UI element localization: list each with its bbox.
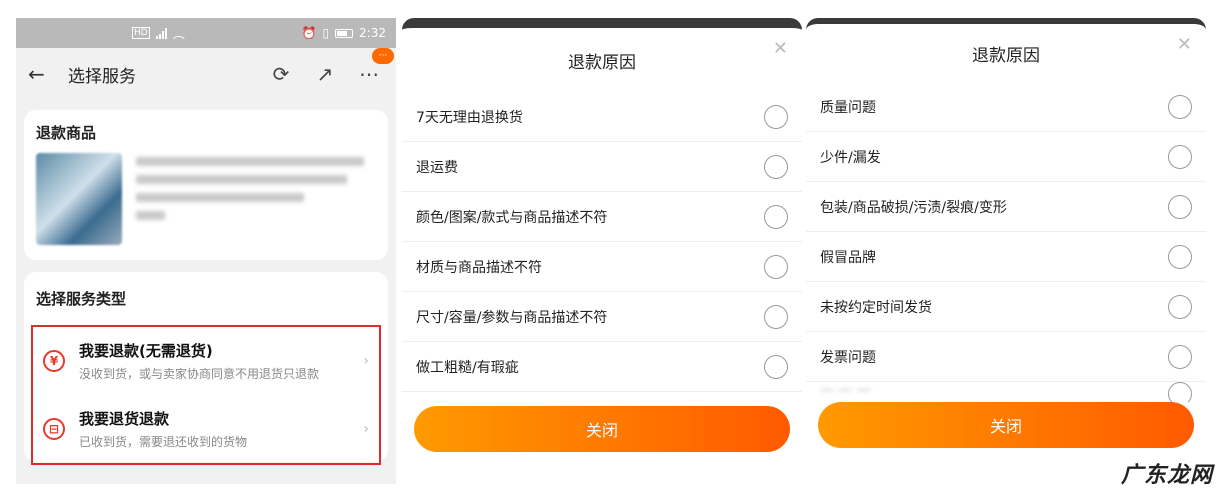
watermark-logo: 广东龙网: [1120, 463, 1213, 488]
reason-item[interactable]: 颜色/图案/款式与商品描述不符: [402, 192, 802, 242]
radio-button[interactable]: [1168, 94, 1192, 119]
radio-button[interactable]: [764, 254, 788, 279]
chevron-right-icon: ›: [363, 353, 369, 369]
product-thumbnail: [36, 153, 122, 245]
share-icon[interactable]: ↗: [310, 62, 340, 86]
reason-item[interactable]: 尺寸/容量/参数与商品描述不符: [402, 292, 802, 342]
service-options-highlight: ¥ 我要退款(无需退货) 没收到货，或与卖家协商同意不用退货只退款 › ⊟ 我要…: [31, 325, 381, 465]
radio-button[interactable]: [1168, 244, 1192, 269]
return-refund-option[interactable]: ⊟ 我要退货退款 已收到货，需要退还收到的货物 ›: [33, 395, 379, 463]
reason-label: 假冒品牌: [820, 249, 876, 266]
reason-label: 包装/商品破损/污渍/裂痕/变形: [820, 199, 1007, 216]
page-title: 选择服务: [68, 66, 136, 87]
refund-reason-sheet-1: 退款原因 ✕ 7天无理由退换货 退运费 颜色/图案/款式与商品描述不符 材质与商…: [402, 18, 802, 470]
radio-button[interactable]: [1168, 144, 1192, 169]
option-title: 我要退款(无需退货): [79, 342, 213, 360]
reason-item[interactable]: 发票问题: [806, 332, 1206, 382]
vibrate-icon: ▯: [322, 26, 330, 40]
hd-icon: HD: [132, 27, 150, 39]
reason-label: 颜色/图案/款式与商品描述不符: [416, 209, 608, 226]
reason-label: 未按约定时间发货: [820, 299, 932, 316]
service-type-heading: 选择服务类型: [36, 290, 127, 308]
refund-goods-heading: 退款商品: [36, 124, 97, 142]
reason-label: 少件/漏发: [820, 149, 881, 166]
wifi-icon: ︵: [172, 26, 185, 41]
yuan-icon: ¥: [43, 350, 65, 372]
package-icon: ⊟: [43, 418, 65, 440]
option-title: 我要退货退款: [79, 410, 170, 428]
radio-button[interactable]: [764, 204, 788, 229]
stage: HD ︵ ⏰ ▯ 2:32 ← 选择服务 ⟳ ↗ ⋯ ··· 退款商品 选择服务…: [0, 0, 1223, 497]
reason-item[interactable]: 做工粗糙/有瑕疵: [402, 342, 802, 392]
reason-item[interactable]: 7天无理由退换货: [402, 92, 802, 142]
radio-button[interactable]: [1168, 194, 1192, 219]
reason-item[interactable]: 包装/商品破损/污渍/裂痕/变形: [806, 182, 1206, 232]
refund-only-option[interactable]: ¥ 我要退款(无需退货) 没收到货，或与卖家协商同意不用退货只退款 ›: [33, 327, 379, 395]
radio-button[interactable]: [764, 154, 788, 179]
service-type-card: 选择服务类型 ¥ 我要退款(无需退货) 没收到货，或与卖家协商同意不用退货只退款…: [24, 272, 388, 465]
reason-item[interactable]: 少件/漏发: [806, 132, 1206, 182]
alarm-icon: ⏰: [301, 26, 317, 40]
reason-label-blurred: — — —: [820, 382, 871, 398]
refresh-icon[interactable]: ⟳: [266, 62, 296, 86]
option-desc: 没收到货，或与卖家协商同意不用退货只退款: [79, 367, 320, 381]
status-bar: HD ︵ ⏰ ▯ 2:32: [16, 18, 396, 48]
reason-item[interactable]: 假冒品牌: [806, 232, 1206, 282]
close-icon[interactable]: ✕: [773, 38, 788, 59]
signal-icon: [155, 27, 167, 39]
status-time: 2:32: [359, 26, 386, 40]
reason-item[interactable]: 质量问题: [806, 82, 1206, 132]
reason-list: 7天无理由退换货 退运费 颜色/图案/款式与商品描述不符 材质与商品描述不符 尺…: [402, 92, 802, 392]
reason-label: 7天无理由退换货: [416, 109, 523, 126]
reason-item[interactable]: 未按约定时间发货: [806, 282, 1206, 332]
reason-item[interactable]: 退运费: [402, 142, 802, 192]
radio-button[interactable]: [764, 304, 788, 329]
more-icon: ⋯: [359, 62, 379, 86]
radio-button[interactable]: [764, 354, 788, 379]
reason-label: 发票问题: [820, 349, 876, 366]
radio-button[interactable]: [1168, 294, 1192, 319]
battery-icon: [335, 28, 354, 38]
close-button[interactable]: 关闭: [414, 406, 790, 452]
goods-item: [36, 153, 376, 245]
back-icon[interactable]: ←: [28, 62, 68, 86]
radio-button[interactable]: [764, 104, 788, 129]
sheet-title: 退款原因: [972, 45, 1040, 66]
reason-list: 质量问题 少件/漏发 包装/商品破损/污渍/裂痕/变形 假冒品牌 未按约定时间发…: [806, 82, 1206, 402]
product-info-blurred: [136, 153, 376, 245]
message-badge: ···: [372, 48, 394, 64]
reason-label: 材质与商品描述不符: [416, 259, 542, 276]
option-desc: 已收到货，需要退还收到的货物: [79, 435, 248, 449]
reason-label: 质量问题: [820, 99, 876, 116]
reason-label: 做工粗糙/有瑕疵: [416, 359, 519, 376]
radio-button[interactable]: [1168, 382, 1192, 402]
reason-label: 尺寸/容量/参数与商品描述不符: [416, 309, 608, 326]
chevron-right-icon: ›: [363, 421, 369, 437]
close-icon[interactable]: ✕: [1177, 34, 1192, 55]
radio-button[interactable]: [1168, 344, 1192, 369]
reason-item[interactable]: 材质与商品描述不符: [402, 242, 802, 292]
select-service-screen: HD ︵ ⏰ ▯ 2:32 ← 选择服务 ⟳ ↗ ⋯ ··· 退款商品 选择服务…: [16, 18, 396, 484]
more-button[interactable]: ⋯ ···: [354, 48, 394, 86]
refund-reason-sheet-2: 退款原因 ✕ 质量问题 少件/漏发 包装/商品破损/污渍/裂痕/变形 假冒品牌 …: [806, 18, 1206, 470]
nav-bar: ← 选择服务 ⟳ ↗ ⋯ ···: [16, 48, 396, 100]
close-button[interactable]: 关闭: [818, 402, 1194, 448]
reason-label: 退运费: [416, 159, 458, 176]
refund-goods-card: 退款商品: [24, 110, 388, 260]
sheet-title: 退款原因: [568, 52, 636, 73]
reason-item-cut-off[interactable]: — — —: [806, 382, 1206, 402]
